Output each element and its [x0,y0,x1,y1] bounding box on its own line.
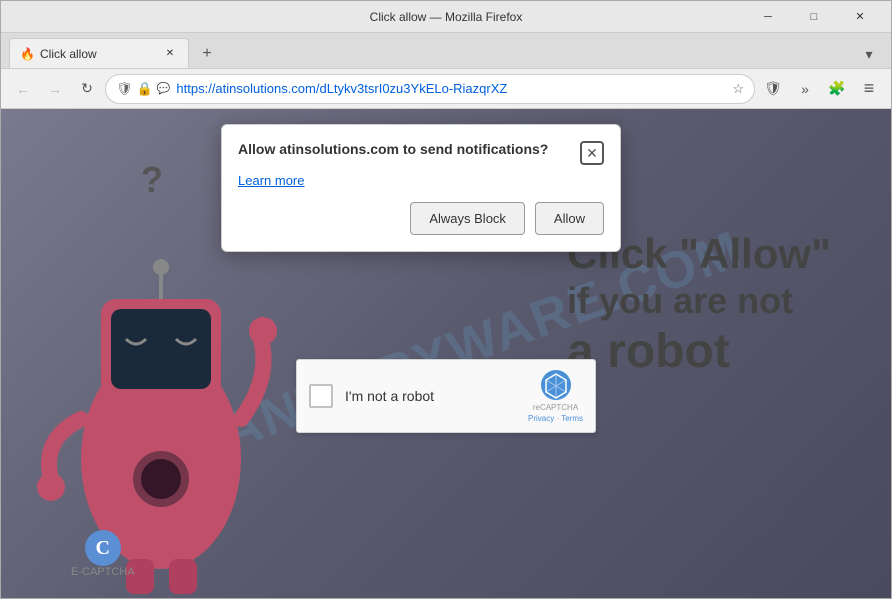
title-bar-controls: ─ □ ✕ [745,1,883,33]
recaptcha-logo-area: reCAPTCHA Privacy · Terms [528,369,583,423]
ecaptcha-logo: C [85,530,121,566]
reload-button[interactable]: ↻ [73,75,101,103]
notification-permission-popup: Allow atinsolutions.com to send notifica… [221,124,621,252]
learn-more-link[interactable]: Learn more [238,173,604,188]
lock-icon: 🔒 [137,81,153,97]
browser-window: Click allow — Mozilla Firefox ─ □ ✕ 🔥 Cl… [0,0,892,599]
extensions-button[interactable]: 🧩 [823,75,851,103]
toolbar: ← → ↻ 🛡 🔒 💬 https://atinsolutions.com/dL… [1,69,891,109]
list-all-tabs-button[interactable]: ▾ [855,40,883,68]
privacy-link[interactable]: Privacy [528,414,554,423]
maximize-button[interactable]: □ [791,1,837,33]
always-block-button[interactable]: Always Block [410,202,525,235]
minimize-button[interactable]: ─ [745,1,791,33]
browser-title: Click allow — Mozilla Firefox [370,10,523,24]
tab-bar-right: ▾ [855,40,883,68]
url-text: https://atinsolutions.com/dLtykv3tsrI0zu… [176,81,726,96]
popup-buttons: Always Block Allow [238,202,604,235]
recaptcha-checkbox[interactable] [309,384,333,408]
shield-icon: 🛡 [116,81,133,97]
page-text-line2: if you are not [567,279,831,322]
content-area: MYANTISPYWARE.COM ? [1,109,891,598]
recaptcha-brand: reCAPTCHA [533,403,578,412]
address-icons: 🛡 🔒 💬 [116,81,170,97]
bookmark-icon[interactable]: ☆ [732,81,744,97]
title-bar: Click allow — Mozilla Firefox ─ □ ✕ [1,1,891,33]
tab-label: Click allow [40,47,97,61]
menu-button[interactable]: ≡ [855,75,883,103]
page-text-line3: a robot [567,323,831,381]
new-tab-button[interactable]: + [193,40,221,68]
ecaptcha-label: E-CAPTCHA [71,566,135,578]
more-tools-button[interactable]: » [791,75,819,103]
toolbar-right: 🛡 » 🧩 ≡ [759,75,883,103]
active-tab[interactable]: 🔥 Click allow ✕ [9,38,189,68]
shield-toolbar-button[interactable]: 🛡 [759,75,787,103]
terms-link[interactable]: Terms [561,414,583,423]
popup-title: Allow atinsolutions.com to send notifica… [238,141,580,157]
notification-icon: 💬 [157,82,171,95]
ecaptcha-branding: C E-CAPTCHA [71,530,135,578]
forward-button[interactable]: → [41,75,69,103]
recaptcha-label: I'm not a robot [345,388,516,404]
recaptcha-widget: I'm not a robot reCAPTCHA Privacy · Term… [296,359,596,433]
close-button[interactable]: ✕ [837,1,883,33]
recaptcha-links: Privacy · Terms [528,414,583,423]
popup-header: Allow atinsolutions.com to send notifica… [238,141,604,165]
tab-bar: 🔥 Click allow ✕ + ▾ [1,33,891,69]
tab-favicon: 🔥 [20,47,34,61]
back-button[interactable]: ← [9,75,37,103]
tab-close-button[interactable]: ✕ [162,46,178,62]
recaptcha-logo-icon [540,369,572,401]
address-bar-right: ☆ [732,81,744,97]
allow-button[interactable]: Allow [535,202,604,235]
popup-close-button[interactable]: ✕ [580,141,604,165]
address-bar[interactable]: 🛡 🔒 💬 https://atinsolutions.com/dLtykv3t… [105,74,755,104]
